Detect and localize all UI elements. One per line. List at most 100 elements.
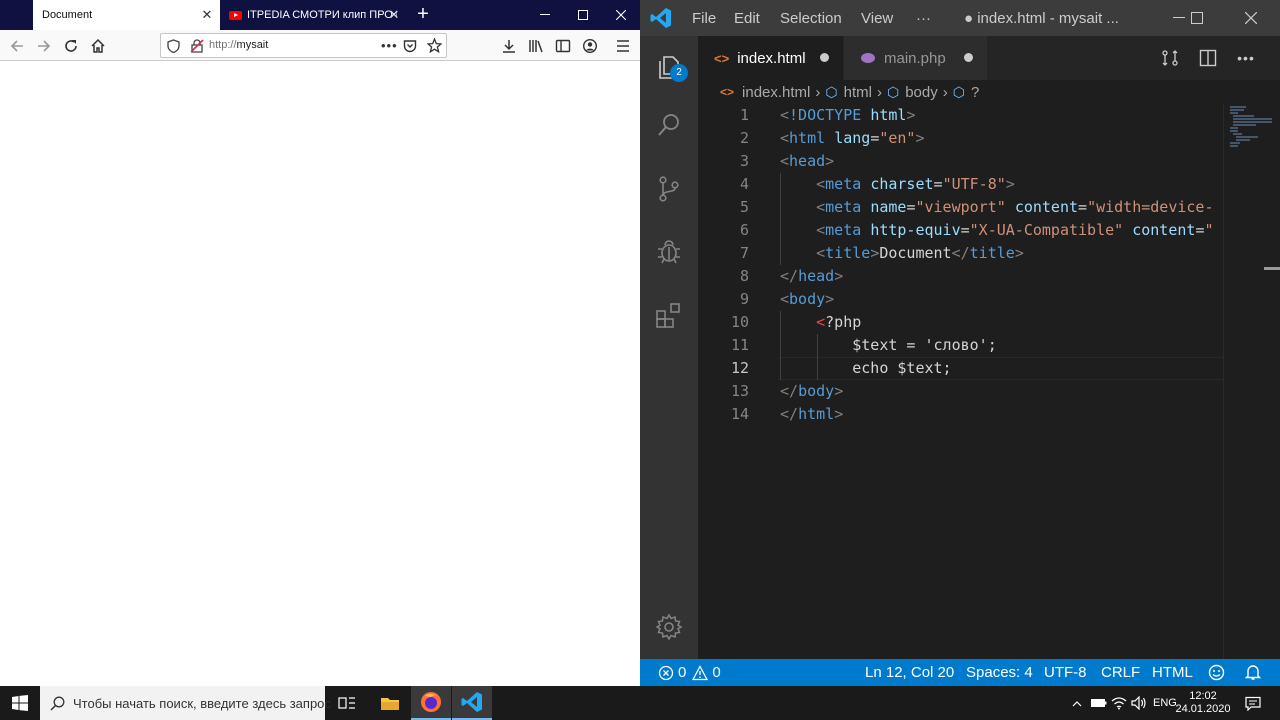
breadcrumb-body[interactable]: body (905, 84, 938, 101)
code-line[interactable]: $text = 'слово'; (780, 334, 997, 357)
code-line[interactable]: <?php (780, 311, 861, 334)
input-language[interactable]: ENG (1153, 686, 1177, 720)
action-center-icon[interactable] (1245, 686, 1261, 720)
hamburger-menu-icon[interactable] (613, 36, 633, 56)
tab-main-php[interactable]: main.php (844, 36, 987, 80)
tab-youtube[interactable]: ITPEDIA СМОТРИ клип ПРО С... ✕ (221, 0, 407, 30)
minimize-button[interactable] (526, 0, 564, 30)
task-view-icon[interactable] (327, 686, 367, 720)
download-icon[interactable] (499, 36, 519, 56)
forward-icon[interactable] (34, 36, 54, 56)
menu-edit[interactable]: Edit (734, 10, 760, 27)
breadcrumb-php[interactable]: ? (971, 84, 979, 101)
line-number: 13 (730, 382, 749, 400)
new-tab-button[interactable]: + (412, 4, 434, 26)
wifi-icon[interactable] (1111, 686, 1127, 720)
explorer-icon[interactable] (640, 42, 698, 92)
vscode-taskbar-icon[interactable] (452, 686, 492, 720)
volume-icon[interactable] (1131, 686, 1147, 720)
close-icon[interactable]: ✕ (387, 8, 401, 22)
bookmark-star-icon[interactable] (427, 38, 442, 53)
file-explorer-icon[interactable] (370, 686, 410, 720)
menu-file[interactable]: File (692, 10, 716, 27)
chevron-up-icon[interactable] (1072, 686, 1082, 720)
html-file-icon: <> (714, 50, 730, 66)
line-number: 11 (730, 336, 749, 354)
account-icon[interactable] (580, 36, 600, 56)
breadcrumb-file[interactable]: index.html (742, 84, 810, 101)
search-icon[interactable] (640, 100, 698, 150)
code-line[interactable]: <html lang="en"> (780, 127, 925, 150)
shield-icon[interactable] (167, 39, 180, 53)
insecure-lock-icon[interactable] (190, 39, 204, 53)
chevron-right-icon: › (942, 83, 948, 101)
page-content (0, 62, 640, 686)
split-editor-icon[interactable] (1196, 46, 1220, 70)
tab-document[interactable]: Document ✕ (33, 0, 220, 30)
sidebar-icon[interactable] (553, 36, 573, 56)
notifications-bell-icon[interactable] (1245, 664, 1261, 681)
code-line[interactable]: <!DOCTYPE html> (780, 104, 915, 127)
symbol-icon: ⬡ (825, 83, 838, 100)
code-editor[interactable]: 1 <!DOCTYPE html> 2 <html lang="en"> 3 <head>… (698, 104, 1223, 659)
line-number: 8 (739, 267, 749, 285)
problems-indicator[interactable]: 0 0 (658, 664, 721, 681)
firefox-window: Document ✕ ITPEDIA СМОТРИ клип ПРО С... … (0, 0, 640, 686)
pocket-icon[interactable] (403, 39, 417, 53)
url-host: mysait (236, 39, 269, 51)
tab-index-html[interactable]: <> index.html (698, 36, 843, 80)
library-icon[interactable] (526, 36, 546, 56)
menu-selection[interactable]: Selection (780, 10, 842, 27)
encoding[interactable]: UTF-8 (1044, 664, 1087, 681)
symbol-icon: ⬡ (886, 83, 900, 100)
line-ending[interactable]: CRLF (1101, 664, 1140, 681)
code-line[interactable]: <body> (780, 288, 834, 311)
address-bar[interactable]: http://mysait ••• (160, 33, 447, 58)
menu-more[interactable]: ··· (916, 10, 931, 27)
php-file-icon (860, 52, 876, 64)
chevron-right-icon: › (815, 83, 821, 101)
home-icon[interactable] (88, 36, 108, 56)
indentation[interactable]: Spaces: 4 (966, 664, 1033, 681)
breadcrumb-html[interactable]: html (844, 84, 872, 101)
code-line[interactable]: <meta name="viewport" content="width=dev… (780, 196, 1213, 219)
feedback-smiley-icon[interactable] (1208, 664, 1225, 681)
clock[interactable]: 12:02 24.01.2020 (1175, 686, 1230, 720)
unsaved-dot-icon[interactable] (820, 53, 829, 62)
reload-icon[interactable] (61, 36, 81, 56)
code-line[interactable]: <meta http-equiv="X-UA-Compatible" conte… (780, 219, 1213, 242)
page-actions-icon[interactable]: ••• (381, 38, 398, 53)
line-number: 4 (739, 175, 749, 193)
start-button[interactable] (0, 686, 40, 720)
back-icon[interactable] (7, 36, 27, 56)
close-icon[interactable]: ✕ (200, 8, 214, 22)
code-line[interactable]: <meta charset="UTF-8"> (780, 173, 1015, 196)
unsaved-dot-icon[interactable] (964, 53, 973, 62)
code-line[interactable]: <head> (780, 150, 834, 173)
minimap[interactable] (1223, 104, 1280, 659)
close-window-button[interactable] (1232, 3, 1270, 33)
settings-gear-icon[interactable] (640, 602, 698, 652)
cursor-position[interactable]: Ln 12, Col 20 (865, 664, 954, 681)
code-line[interactable]: <title>Document</title> (780, 242, 1024, 265)
close-window-button[interactable] (602, 0, 640, 30)
taskbar-search-box[interactable]: Чтобы начать поиск, введите здесь запрос (40, 686, 331, 720)
code-line[interactable]: </body> (780, 380, 843, 403)
maximize-button[interactable] (564, 0, 602, 30)
battery-icon[interactable] (1091, 686, 1107, 720)
code-line[interactable]: echo $text; (780, 357, 951, 380)
line-number: 10 (730, 313, 749, 331)
compare-changes-icon[interactable] (1158, 46, 1182, 70)
firefox-taskbar-icon[interactable] (411, 686, 451, 720)
language-mode[interactable]: HTML (1152, 664, 1193, 681)
code-line[interactable]: </head> (780, 265, 843, 288)
source-control-icon[interactable] (640, 164, 698, 214)
line-number: 5 (739, 198, 749, 216)
more-actions-icon[interactable]: ••• (1234, 46, 1258, 70)
code-line[interactable]: </html> (780, 403, 843, 426)
maximize-button[interactable] (1178, 3, 1216, 33)
menu-view[interactable]: View (861, 10, 893, 27)
extensions-icon[interactable] (640, 290, 698, 340)
debug-icon[interactable] (640, 226, 698, 276)
error-count: 0 (678, 664, 687, 681)
